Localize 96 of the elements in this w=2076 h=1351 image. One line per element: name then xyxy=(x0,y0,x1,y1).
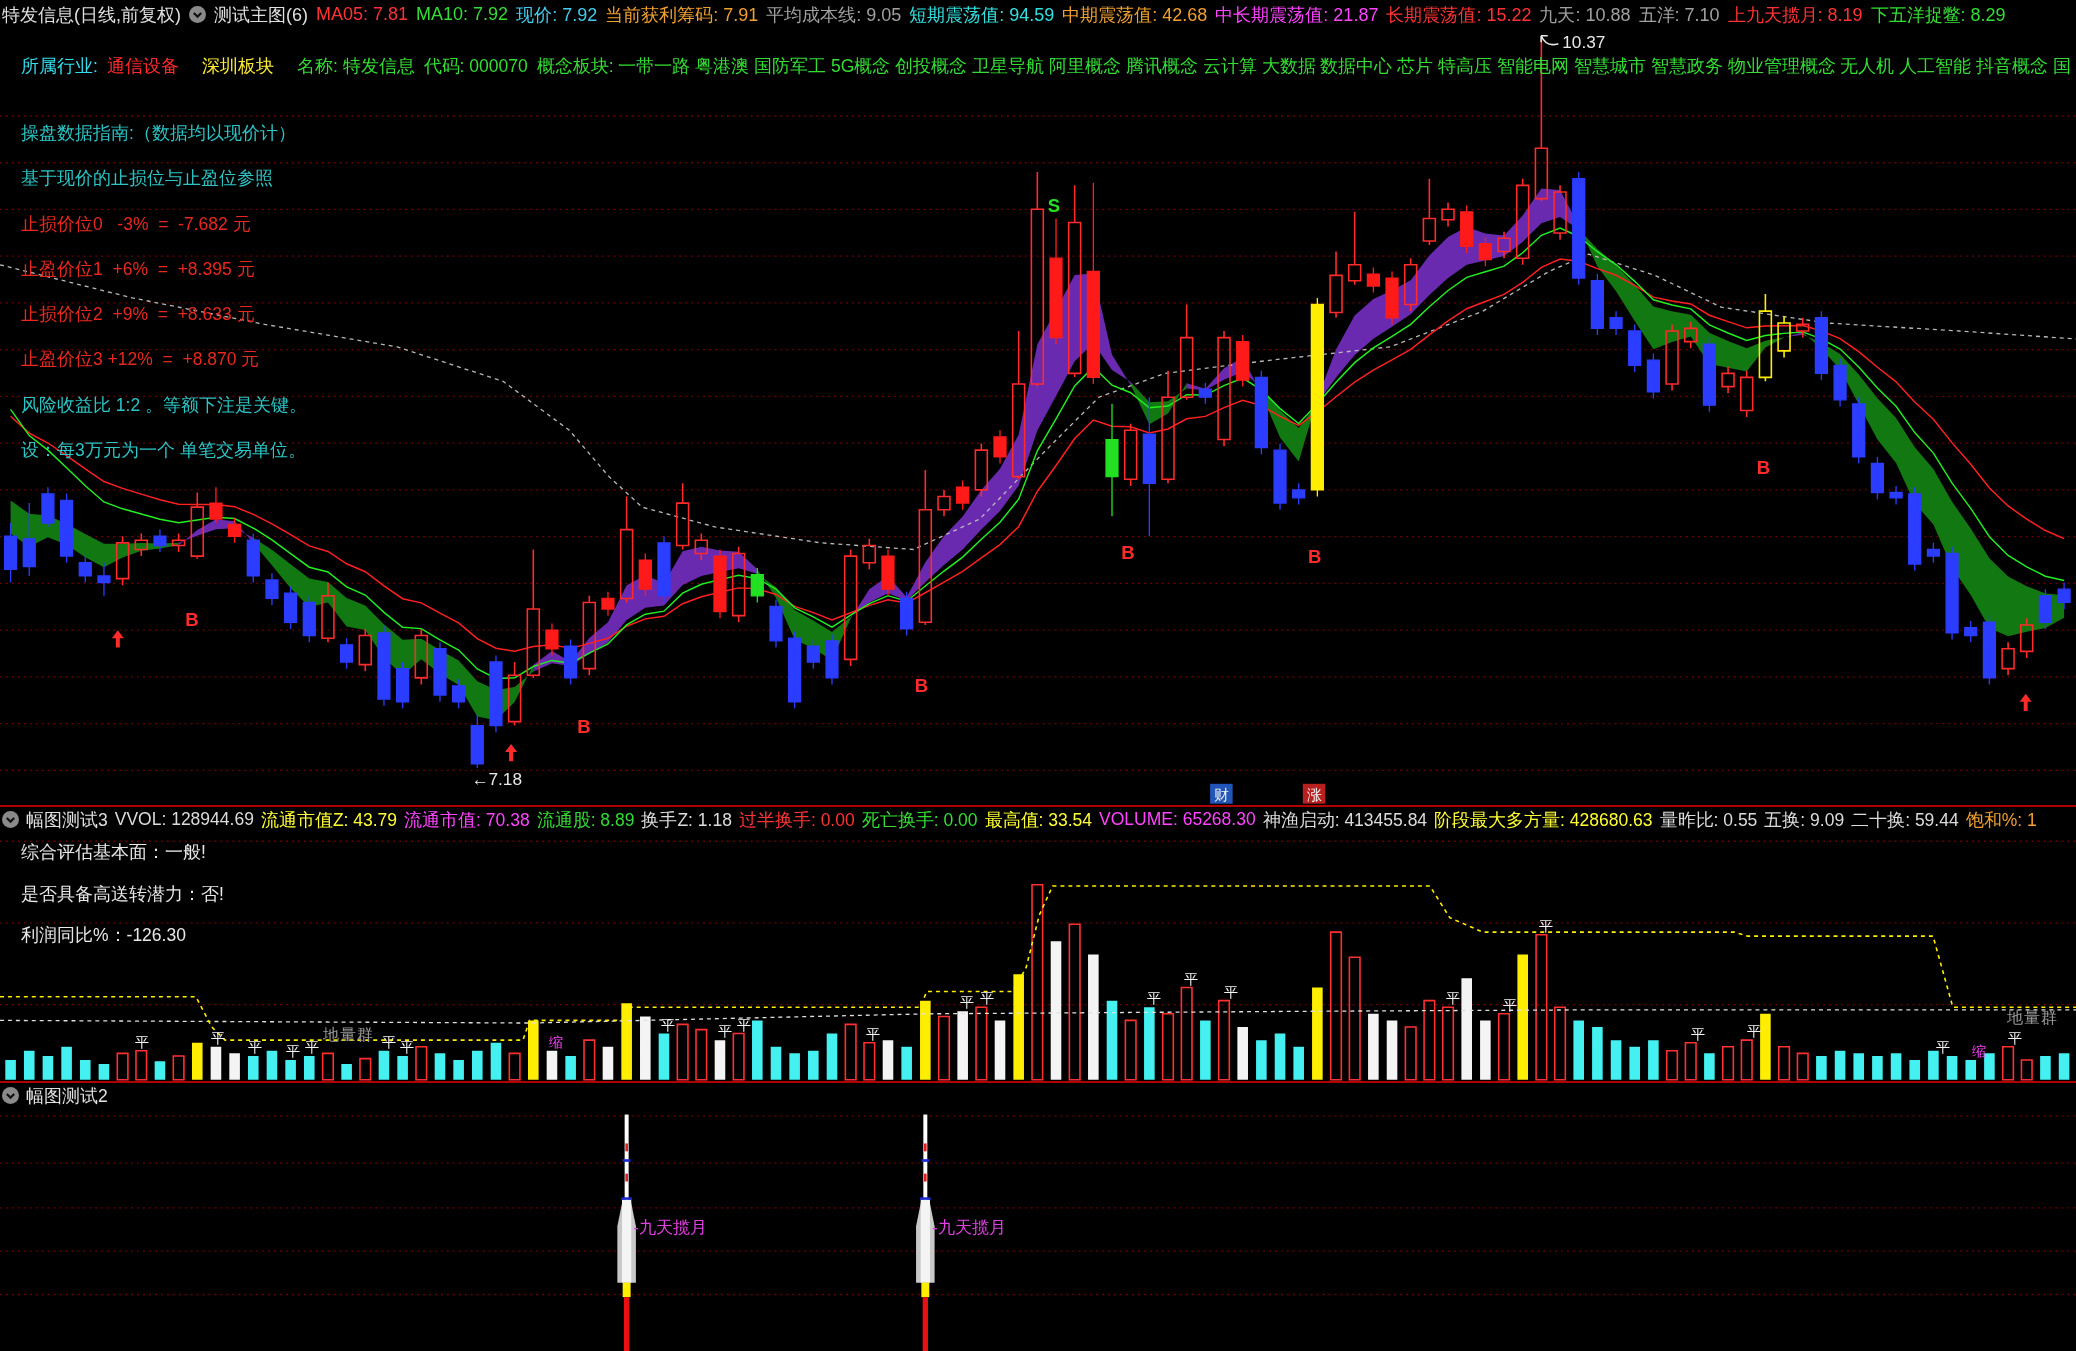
stock-name: 名称: 特发信息 xyxy=(296,55,415,78)
bar-mark-label: 平 xyxy=(980,990,996,1007)
signal-label: -九天揽月 xyxy=(931,1216,1006,1237)
bar-mark-label: 平 xyxy=(1147,990,1163,1007)
bar-mark-label: 缩 xyxy=(1971,1043,1987,1059)
guide-text: 止盈价位3 +12% = +8.870 元 xyxy=(21,349,260,370)
assessment-text: 是否具备高送转潜力：否! xyxy=(21,883,224,904)
industry-value: 通信设备 xyxy=(106,55,179,78)
indicator-reading: 最高值: 33.54 xyxy=(984,808,1093,832)
indicator-reading: 下五洋捉鳖: 8.29 xyxy=(1870,3,2006,27)
pointer-arrow-icon xyxy=(1540,34,1560,46)
indicator-reading: 当前获利筹码: 7.91 xyxy=(605,3,759,27)
bar-mark-label: 平 xyxy=(1936,1039,1952,1055)
indicator-reading: 流通市值: 70.38 xyxy=(404,808,530,832)
chevron-down-icon[interactable] xyxy=(189,6,206,23)
indicator-reading: VVOL: 128944.69 xyxy=(114,809,254,830)
indicator-reading: 过半换手: 0.00 xyxy=(738,808,855,832)
indicator-reading: 中期震荡值: 42.68 xyxy=(1062,3,1208,27)
indicator-reading: MA05: 7.81 xyxy=(316,4,409,25)
up-arrow-icon xyxy=(111,630,124,648)
indicator-reading: VOLUME: 65268.30 xyxy=(1099,809,1256,830)
indicator-reading: 长期震荡值: 15.22 xyxy=(1386,3,1532,27)
bar-mark-label: 平 xyxy=(381,1033,397,1050)
assessment-text: 利润同比%：-126.30 xyxy=(21,925,186,945)
stock-title: 特发信息(日线,前复权) xyxy=(2,3,181,27)
indicator-reading: 五换: 9.09 xyxy=(1764,808,1845,832)
bar-mark-label: 平 xyxy=(2007,1029,2023,1046)
bar-mark-label: 平 xyxy=(661,1016,677,1033)
bar-mark-label: 平 xyxy=(135,1033,151,1050)
bar-mark-label: 平 xyxy=(286,1043,302,1059)
indicator-reading: 现价: 7.92 xyxy=(516,3,598,27)
indicator-reading: 上九天揽月: 8.19 xyxy=(1727,3,1863,27)
up-arrow-icon xyxy=(505,744,517,762)
bar-mark-label: 平 xyxy=(736,1016,752,1033)
chevron-down-icon[interactable] xyxy=(2,1087,19,1104)
assessment-text: 综合评估基本面：一般! xyxy=(21,842,206,862)
bar-mark-label: 缩 xyxy=(548,1033,564,1050)
chevron-down-icon[interactable] xyxy=(2,811,19,828)
high-price-label: 10.37 xyxy=(1562,31,1606,52)
buy-signal-label: B xyxy=(1308,545,1322,567)
low-price-label: ←7.18 xyxy=(471,769,522,790)
indicator-reading: 中长期震荡值: 21.87 xyxy=(1215,3,1379,27)
indicator-reading: 九天: 10.88 xyxy=(1539,3,1631,27)
bar-mark-label: 平 xyxy=(1446,990,1462,1007)
stock-code: 代码: 000070 xyxy=(423,55,528,78)
industry-label: 所属行业: xyxy=(21,55,98,78)
guide-text: 操盘数据指南:（数据均以现价计） xyxy=(21,123,296,143)
indicator-reading: MA10: 7.92 xyxy=(416,4,509,25)
bar-mark-label: 平 xyxy=(866,1025,882,1042)
signal-label: -九天揽月 xyxy=(633,1216,708,1237)
guide-text: 止损价位0 -3% = -7.682 元 xyxy=(21,213,251,234)
zone-label: 地量群 xyxy=(2006,1008,2058,1027)
indicator-reading: 换手Z: 1.18 xyxy=(641,808,732,832)
indicator-reading: 死亡换手: 0.00 xyxy=(861,808,978,832)
up-arrow-icon xyxy=(2019,693,2032,711)
event-badge[interactable]: 涨 xyxy=(1302,783,1326,804)
event-badge[interactable]: 财 xyxy=(1210,783,1233,804)
indicator-reading: 五洋: 7.10 xyxy=(1638,3,1720,27)
indicator-reading: 流通股: 8.89 xyxy=(536,808,635,832)
zone-label: 地量群 xyxy=(322,1025,374,1044)
buy-signal-label: B xyxy=(1121,541,1135,563)
bar-mark-label: 平 xyxy=(1503,996,1519,1013)
bar-mark-label: 平 xyxy=(210,1029,226,1046)
bar-mark-label: 平 xyxy=(304,1039,320,1055)
bar-mark-label: 平 xyxy=(1184,970,1200,987)
guide-text: 止盈价位1 +6% = +8.395 元 xyxy=(21,258,255,279)
indicator-reading: 饱和%: 1 xyxy=(1965,808,2037,832)
guide-text: 设：每3万元为一个 单笔交易单位。 xyxy=(21,440,306,461)
bar-mark-label: 平 xyxy=(400,1039,416,1055)
panel-title[interactable]: 幅图测试3 xyxy=(26,807,108,832)
indicator-reading: 平均成本线: 9.05 xyxy=(766,3,902,27)
buy-signal-label: B xyxy=(914,675,929,697)
indicator-name[interactable]: 测试主图(6) xyxy=(214,2,308,27)
buy-signal-label: B xyxy=(185,609,199,631)
panel-title[interactable]: 幅图测试2 xyxy=(26,1083,108,1108)
indicator-reading: 短期震荡值: 94.59 xyxy=(909,3,1055,27)
bar-mark-label: 平 xyxy=(960,994,976,1011)
indicator-reading: 流通市值Z: 43.79 xyxy=(260,808,398,832)
buy-signal-label: B xyxy=(577,716,591,738)
rocket-icon xyxy=(617,1114,636,1351)
indicator-reading: 二十换: 59.44 xyxy=(1851,808,1959,832)
region-sector: 深圳板块 xyxy=(201,55,274,78)
bar-mark-label: 平 xyxy=(1691,1025,1707,1042)
indicator-reading: 量昨比: 0.55 xyxy=(1659,808,1758,832)
guide-text: 基于现价的止损位与止盈位参照 xyxy=(21,168,273,189)
rocket-icon xyxy=(916,1114,935,1351)
bar-mark-label: 平 xyxy=(1223,983,1239,1000)
bar-mark-label: 平 xyxy=(718,1023,734,1040)
guide-text: 止损价位2 +9% = +8.633 元 xyxy=(21,304,255,325)
bar-mark-label: 平 xyxy=(1538,917,1554,934)
guide-text: 风险收益比 1:2 。等额下注是关键。 xyxy=(21,394,308,415)
buy-signal-label: B xyxy=(1756,457,1771,478)
bar-mark-label: 平 xyxy=(248,1039,264,1055)
indicator-reading: 神渔启动: 413455.84 xyxy=(1262,808,1428,832)
sell-signal-label: S xyxy=(1047,194,1061,216)
indicator-reading: 阶段最大多方量: 428680.63 xyxy=(1434,808,1653,832)
